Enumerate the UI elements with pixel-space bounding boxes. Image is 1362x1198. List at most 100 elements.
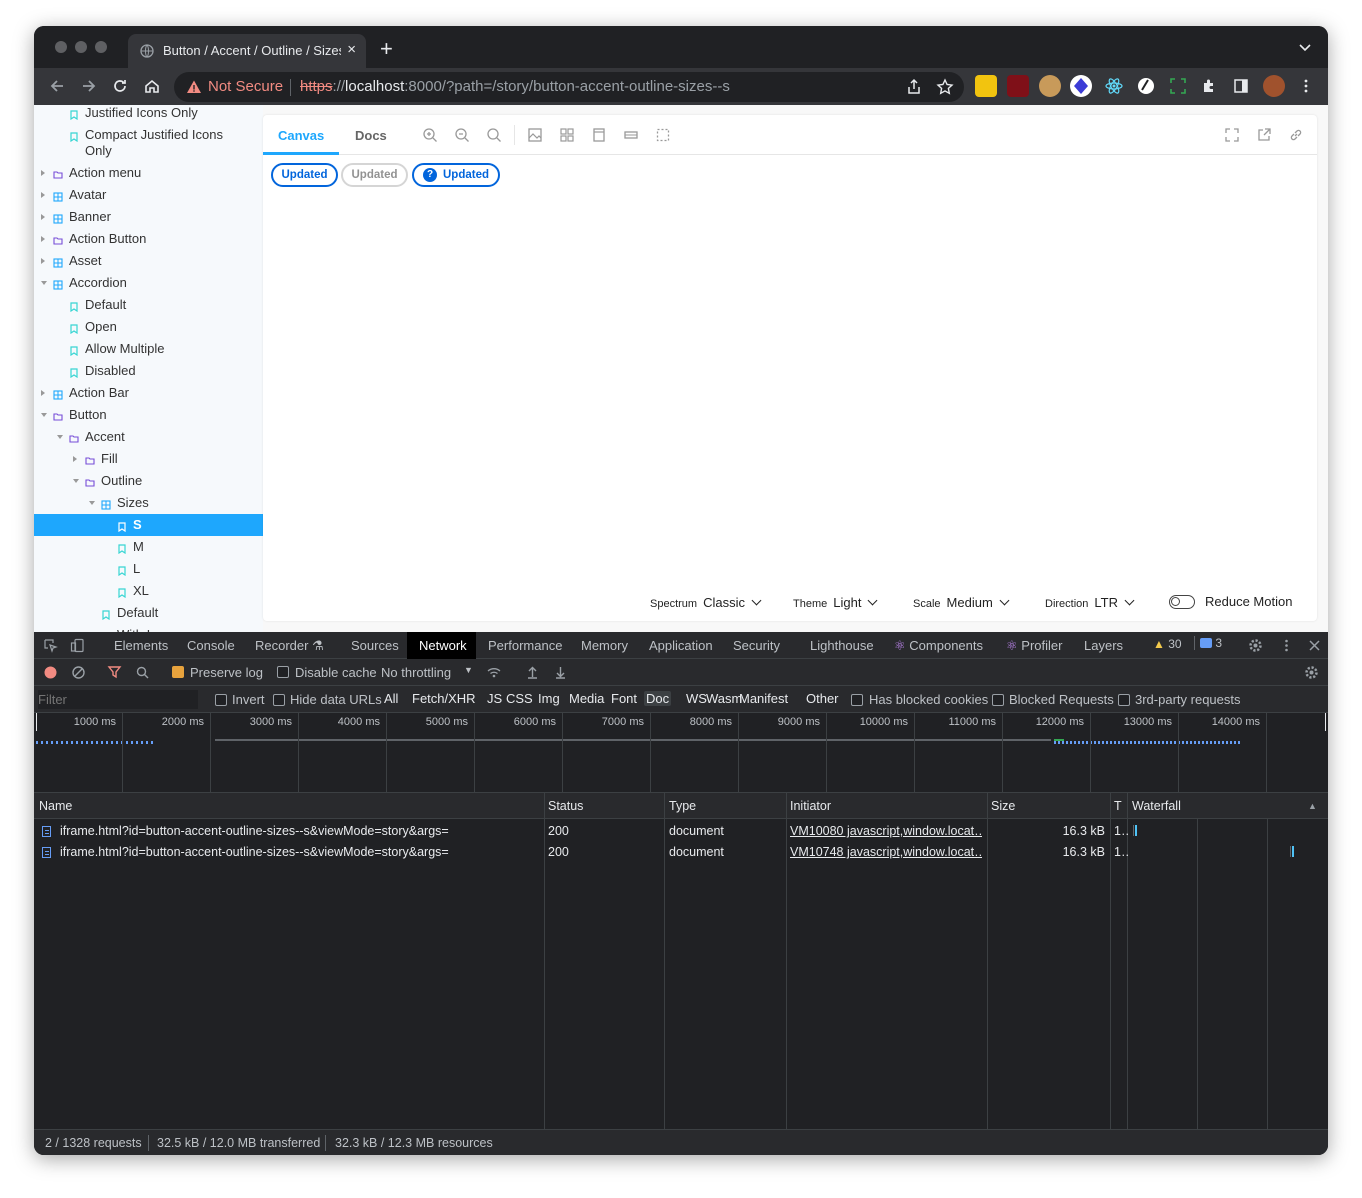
sidebar-item[interactable]: Action menu xyxy=(34,162,263,184)
throttling-select[interactable]: No throttling xyxy=(381,665,451,680)
device-toolbar-icon[interactable] xyxy=(70,638,85,653)
sidebar-item[interactable]: Accent xyxy=(34,426,263,448)
sidebar-item[interactable]: Disabled xyxy=(34,360,263,382)
sidebar-item[interactable]: Sizes xyxy=(34,492,263,514)
tab-console[interactable]: Console xyxy=(187,638,235,653)
tab-layers[interactable]: Layers xyxy=(1084,638,1123,653)
tab-performance[interactable]: Performance xyxy=(488,638,562,653)
close-window-button[interactable] xyxy=(55,41,67,53)
chevron-right-icon[interactable] xyxy=(41,258,45,264)
chevron-down-icon[interactable] xyxy=(1298,40,1312,54)
tab-elements[interactable]: Elements xyxy=(114,638,168,653)
export-har-icon[interactable] xyxy=(553,665,568,680)
chevron-down-icon[interactable] xyxy=(41,413,47,417)
sidebar-item[interactable]: Button xyxy=(34,404,263,426)
tab-sources[interactable]: Sources xyxy=(351,638,399,653)
minimize-window-button[interactable] xyxy=(75,41,87,53)
filter-icon[interactable] xyxy=(107,665,122,680)
sidebar-item[interactable]: Accordion xyxy=(34,272,263,294)
warning-icon[interactable] xyxy=(186,79,202,95)
tab-components[interactable]: ⚛ Components xyxy=(894,638,983,654)
filter-type-font[interactable]: Font xyxy=(609,691,639,706)
cell-initiator[interactable]: VM10748 javascript,window.locat… xyxy=(790,845,982,859)
sidebar-item[interactable]: Outline xyxy=(34,470,263,492)
chevron-right-icon[interactable] xyxy=(41,170,45,176)
column-waterfall[interactable]: Waterfall xyxy=(1132,799,1181,813)
tab-recorder[interactable]: Recorder ⚗ xyxy=(255,638,324,654)
extension-yellow-icon[interactable] xyxy=(975,75,997,97)
cell-initiator[interactable]: VM10080 javascript,window.locat… xyxy=(790,824,982,838)
tab-lighthouse[interactable]: Lighthouse xyxy=(810,638,874,653)
react-icon[interactable] xyxy=(1103,75,1125,97)
network-overview-timeline[interactable]: 1000 ms 2000 ms 3000 ms 4000 ms 5000 ms 6000 … xyxy=(34,713,1328,793)
ublock-icon[interactable] xyxy=(1007,75,1029,97)
new-tab-button[interactable]: + xyxy=(380,36,393,62)
measure-icon[interactable] xyxy=(623,127,639,143)
home-icon[interactable] xyxy=(143,77,161,95)
disable-cache-checkbox[interactable] xyxy=(277,666,289,678)
third-party-checkbox[interactable] xyxy=(1118,694,1130,706)
theme-picker[interactable]: Theme Light xyxy=(793,595,878,610)
table-row[interactable]: iframe.html?id=button-accent-outline-siz… xyxy=(34,842,1328,863)
chevron-down-icon[interactable] xyxy=(41,281,47,285)
reload-icon[interactable] xyxy=(111,77,129,95)
filter-type-js[interactable]: JS xyxy=(485,691,504,706)
filter-type-fetchxhr[interactable]: Fetch/XHR xyxy=(410,691,478,706)
viewport-icon[interactable] xyxy=(591,127,607,143)
record-icon[interactable] xyxy=(43,665,58,680)
sidebar-item[interactable]: Action Bar xyxy=(34,382,263,404)
side-panel-icon[interactable] xyxy=(1232,77,1250,95)
hide-data-urls-checkbox[interactable] xyxy=(273,694,285,706)
sidebar-item[interactable]: M xyxy=(34,536,263,558)
filter-type-img[interactable]: Img xyxy=(536,691,562,706)
zoom-out-icon[interactable] xyxy=(454,127,470,143)
import-har-icon[interactable] xyxy=(525,665,540,680)
profile-avatar[interactable] xyxy=(1263,75,1285,97)
updated-button-with-icon[interactable]: ? Updated xyxy=(412,163,500,187)
filter-type-media[interactable]: Media xyxy=(567,691,606,706)
address-bar[interactable]: Not Secure https://localhost:8000/?path=… xyxy=(174,72,964,102)
compass-icon[interactable] xyxy=(1135,75,1157,97)
column-type[interactable]: Type xyxy=(669,799,696,813)
column-time[interactable]: T xyxy=(1114,799,1122,813)
tab-security[interactable]: Security xyxy=(733,638,780,653)
filter-type-css[interactable]: CSS xyxy=(504,691,535,706)
filter-type-all[interactable]: All xyxy=(382,691,400,706)
tab-docs[interactable]: Docs xyxy=(355,128,387,143)
back-icon[interactable] xyxy=(48,77,66,95)
url-text[interactable]: https://localhost:8000/?path=/story/butt… xyxy=(300,78,730,95)
chevron-right-icon[interactable] xyxy=(41,214,45,220)
tab-memory[interactable]: Memory xyxy=(581,638,628,653)
more-options-icon[interactable] xyxy=(1279,638,1294,653)
close-devtools-icon[interactable] xyxy=(1307,638,1322,653)
filter-input[interactable] xyxy=(38,690,198,709)
chevron-right-icon[interactable] xyxy=(73,456,77,462)
table-row[interactable]: iframe.html?id=button-accent-outline-siz… xyxy=(34,821,1328,842)
inspect-element-icon[interactable] xyxy=(43,638,58,653)
chevron-down-icon[interactable] xyxy=(57,435,63,439)
filter-type-doc[interactable]: Doc xyxy=(644,691,672,706)
network-conditions-icon[interactable] xyxy=(486,665,503,680)
zoom-in-icon[interactable] xyxy=(422,127,438,143)
spectrum-picker[interactable]: Spectrum Classic xyxy=(650,595,762,610)
search-icon[interactable] xyxy=(135,665,150,680)
messages-badge[interactable]: 3 xyxy=(1194,636,1222,650)
chevron-down-icon[interactable] xyxy=(89,501,95,505)
not-secure-label[interactable]: Not Secure xyxy=(208,78,283,95)
cookie-icon[interactable] xyxy=(1039,75,1061,97)
sidebar-item[interactable]: S xyxy=(34,514,263,536)
close-tab-icon[interactable]: × xyxy=(347,41,356,58)
tab-canvas[interactable]: Canvas xyxy=(278,128,324,143)
sort-ascending-icon[interactable]: ▲ xyxy=(1308,801,1317,811)
column-name[interactable]: Name xyxy=(39,799,72,813)
open-new-tab-icon[interactable] xyxy=(1256,127,1272,143)
column-status[interactable]: Status xyxy=(548,799,583,813)
outline-icon[interactable] xyxy=(655,127,671,143)
warnings-badge[interactable]: ▲ 30 xyxy=(1153,637,1182,651)
sidebar-item[interactable]: Avatar xyxy=(34,184,263,206)
more-vert-icon[interactable] xyxy=(1297,77,1315,95)
sidebar-item[interactable]: Justified Icons Only xyxy=(34,105,263,124)
browser-tab[interactable]: Button / Accent / Outline / Sizes × xyxy=(128,34,366,68)
reduce-motion-toggle[interactable] xyxy=(1169,595,1195,609)
copy-link-icon[interactable] xyxy=(1288,127,1304,143)
